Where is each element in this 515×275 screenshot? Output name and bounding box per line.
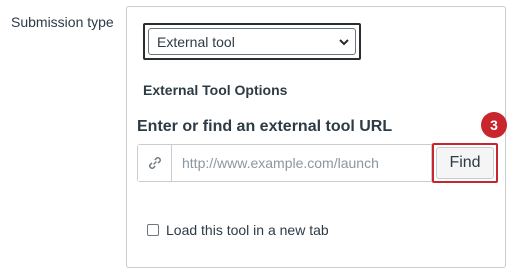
find-button[interactable]: Find bbox=[436, 147, 494, 179]
find-button-highlight[interactable]: Find bbox=[432, 143, 498, 183]
submission-type-select-box[interactable]: External tool bbox=[148, 28, 356, 55]
external-tool-options-heading: External Tool Options bbox=[143, 82, 288, 98]
new-tab-checkbox-label[interactable]: Load this tool in a new tab bbox=[166, 222, 329, 238]
new-tab-checkbox[interactable] bbox=[147, 224, 159, 236]
external-tool-url-group bbox=[137, 144, 432, 182]
external-tool-url-input[interactable] bbox=[172, 145, 431, 181]
new-tab-option[interactable]: Load this tool in a new tab bbox=[147, 222, 329, 238]
external-tool-url-heading: Enter or find an external tool URL bbox=[137, 118, 393, 135]
submission-type-selected-value: External tool bbox=[157, 33, 235, 50]
step-number-badge: 3 bbox=[481, 112, 507, 138]
link-addon bbox=[138, 145, 172, 181]
submission-type-select[interactable]: External tool bbox=[143, 23, 361, 60]
submission-type-label: Submission type bbox=[11, 14, 114, 30]
chevron-down-icon bbox=[339, 38, 349, 45]
link-icon bbox=[148, 157, 161, 169]
